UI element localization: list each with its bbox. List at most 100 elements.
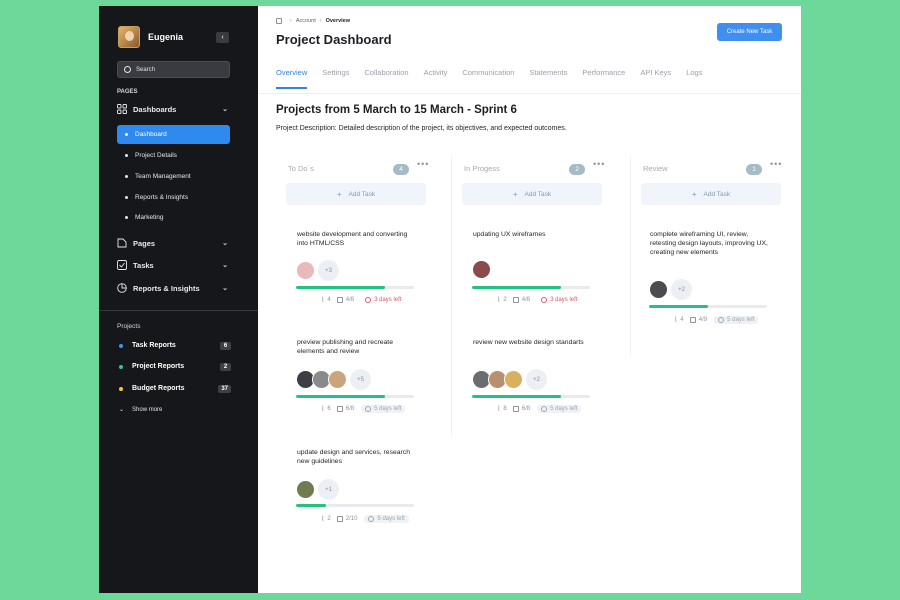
more-options-icon[interactable]: ••• xyxy=(770,159,782,169)
breadcrumb-account[interactable]: Account xyxy=(296,18,316,24)
sidebar-item-reports-insights[interactable]: Reports & Insights xyxy=(117,188,230,207)
task-card[interactable]: preview publishing and recreate elements… xyxy=(286,331,426,426)
sidebar-item-project-details[interactable]: Project Details xyxy=(117,146,230,165)
nav-reports-label: Reports & Insights xyxy=(133,283,200,293)
home-icon[interactable] xyxy=(276,18,282,24)
column-title: Review xyxy=(643,164,668,173)
sidebar-item-label: Reports & Insights xyxy=(135,194,189,201)
nav-dashboards[interactable]: Dashboards ⌄ xyxy=(117,104,230,114)
more-assignees[interactable]: +2 xyxy=(671,279,692,300)
paperclip-icon: ⌇ xyxy=(674,317,678,324)
task-card[interactable]: complete wireframing UI, review, retesti… xyxy=(639,223,779,333)
page-title: Project Dashboard xyxy=(276,32,392,47)
nav-reports-insights[interactable]: Reports & Insights ⌄ xyxy=(117,283,230,293)
sidebar-item-team-management[interactable]: Team Management xyxy=(117,167,230,186)
tab-statements[interactable]: Statements xyxy=(529,68,567,89)
tab-collaboration[interactable]: Collaboration xyxy=(364,68,408,89)
sidebar-item-marketing[interactable]: Marketing xyxy=(117,208,230,227)
more-assignees[interactable]: +2 xyxy=(526,369,547,390)
user-profile[interactable]: Eugenia xyxy=(118,26,183,48)
paperclip-icon: ⌇ xyxy=(321,516,325,523)
project-budget-reports[interactable]: Budget Reports 37 xyxy=(119,384,231,393)
tab-bar: Overview Settings Collaboration Activity… xyxy=(276,68,717,89)
checklist-icon xyxy=(336,297,343,303)
task-meta: ⌇ 6 6/8 5 days left xyxy=(321,405,406,413)
task-card[interactable]: review new website design standarts +2 ⌇… xyxy=(462,331,602,426)
nav-tasks-label: Tasks xyxy=(133,260,154,270)
attachment-count: 4 xyxy=(680,317,684,323)
checklist-count: 6/8 xyxy=(345,406,355,412)
task-card[interactable]: updating UX wireframes ⌇ 2 4/8 3 days le… xyxy=(462,223,602,313)
tab-overview[interactable]: Overview xyxy=(276,68,308,89)
project-task-reports[interactable]: Task Reports 6 xyxy=(119,341,231,350)
bullet-icon xyxy=(125,154,128,157)
nav-tasks[interactable]: Tasks ⌄ xyxy=(117,260,230,270)
sidebar-item-label: Project Details xyxy=(135,152,177,159)
avatar xyxy=(504,370,523,389)
tab-activity[interactable]: Activity xyxy=(424,68,448,89)
more-assignees[interactable]: +3 xyxy=(318,260,339,281)
task-title: website development and converting into … xyxy=(297,231,408,247)
attachment-count: 8 xyxy=(503,406,507,412)
task-meta: ⌇ 8 6/8 5 days left xyxy=(497,405,582,413)
project-project-reports[interactable]: Project Reports 2 xyxy=(119,362,231,371)
search-input[interactable]: Search xyxy=(117,61,230,78)
tab-api-keys[interactable]: API Keys xyxy=(640,68,671,89)
add-task-label: Add Task xyxy=(524,190,552,198)
plus-icon: + xyxy=(691,189,697,199)
create-new-task-button[interactable]: Create New Task xyxy=(717,23,782,41)
tab-settings[interactable]: Settings xyxy=(322,68,349,89)
status-dot xyxy=(119,386,123,391)
show-more-button[interactable]: ⌄ Show more xyxy=(119,406,162,414)
projects-section-label: Projects xyxy=(117,323,141,330)
chevron-down-icon: ⌄ xyxy=(222,240,228,247)
tabs-divider xyxy=(258,93,801,94)
sidebar-divider xyxy=(99,310,258,311)
avatar xyxy=(649,280,668,299)
task-card[interactable]: website development and converting into … xyxy=(286,223,426,313)
checklist-count: 4/8 xyxy=(521,297,531,303)
pages-section-label: PAGES xyxy=(117,89,138,95)
add-task-button[interactable]: + Add Task xyxy=(641,183,781,205)
sidebar-item-dashboard[interactable]: Dashboard xyxy=(117,125,230,144)
clock-icon xyxy=(365,297,372,303)
paperclip-icon: ⌇ xyxy=(321,297,325,304)
progress-fill xyxy=(296,395,385,398)
nav-dashboards-label: Dashboards xyxy=(133,104,177,114)
checklist-icon xyxy=(336,406,343,412)
column-title: In Progess xyxy=(464,164,500,173)
progress-fill xyxy=(296,504,326,507)
more-assignees[interactable]: +1 xyxy=(318,479,339,500)
more-assignees[interactable]: +5 xyxy=(350,369,371,390)
clock-icon xyxy=(365,406,372,412)
paperclip-icon: ⌇ xyxy=(321,406,325,413)
checklist-count: 4/9 xyxy=(698,317,708,323)
task-meta: ⌇ 2 4/8 3 days left xyxy=(497,296,581,304)
more-options-icon[interactable]: ••• xyxy=(593,159,605,169)
tab-communication[interactable]: Communication xyxy=(462,68,514,89)
app-window: Eugenia ‹ Search PAGES Dashboards ⌄ Dash… xyxy=(99,6,801,593)
nav-pages[interactable]: Pages ⌄ xyxy=(117,238,230,248)
add-task-button[interactable]: + Add Task xyxy=(286,183,426,205)
project-name: Task Reports xyxy=(132,342,176,349)
clock-icon xyxy=(368,516,375,522)
tab-logs[interactable]: Logs xyxy=(686,68,702,89)
sidebar-item-label: Marketing xyxy=(135,214,164,221)
project-name: Budget Reports xyxy=(132,385,185,392)
due-badge: 3 days left xyxy=(537,296,581,304)
column-count-badge: 4 xyxy=(393,164,409,175)
task-title: complete wireframing UI, review, retesti… xyxy=(650,231,768,256)
avatar xyxy=(296,261,315,280)
task-card[interactable]: update design and services, research new… xyxy=(286,441,426,536)
avatar xyxy=(296,480,315,499)
tab-performance[interactable]: Performance xyxy=(582,68,625,89)
collapse-sidebar-button[interactable]: ‹ xyxy=(216,32,229,43)
main-content: › Account › Overview Project Dashboard C… xyxy=(258,6,801,593)
avatar xyxy=(328,370,347,389)
progress-bar xyxy=(296,286,414,289)
more-options-icon[interactable]: ••• xyxy=(417,159,429,169)
due-badge: 5 days left xyxy=(714,316,759,324)
checklist-icon xyxy=(689,317,696,323)
add-task-button[interactable]: + Add Task xyxy=(462,183,602,205)
column-divider xyxy=(630,156,631,356)
